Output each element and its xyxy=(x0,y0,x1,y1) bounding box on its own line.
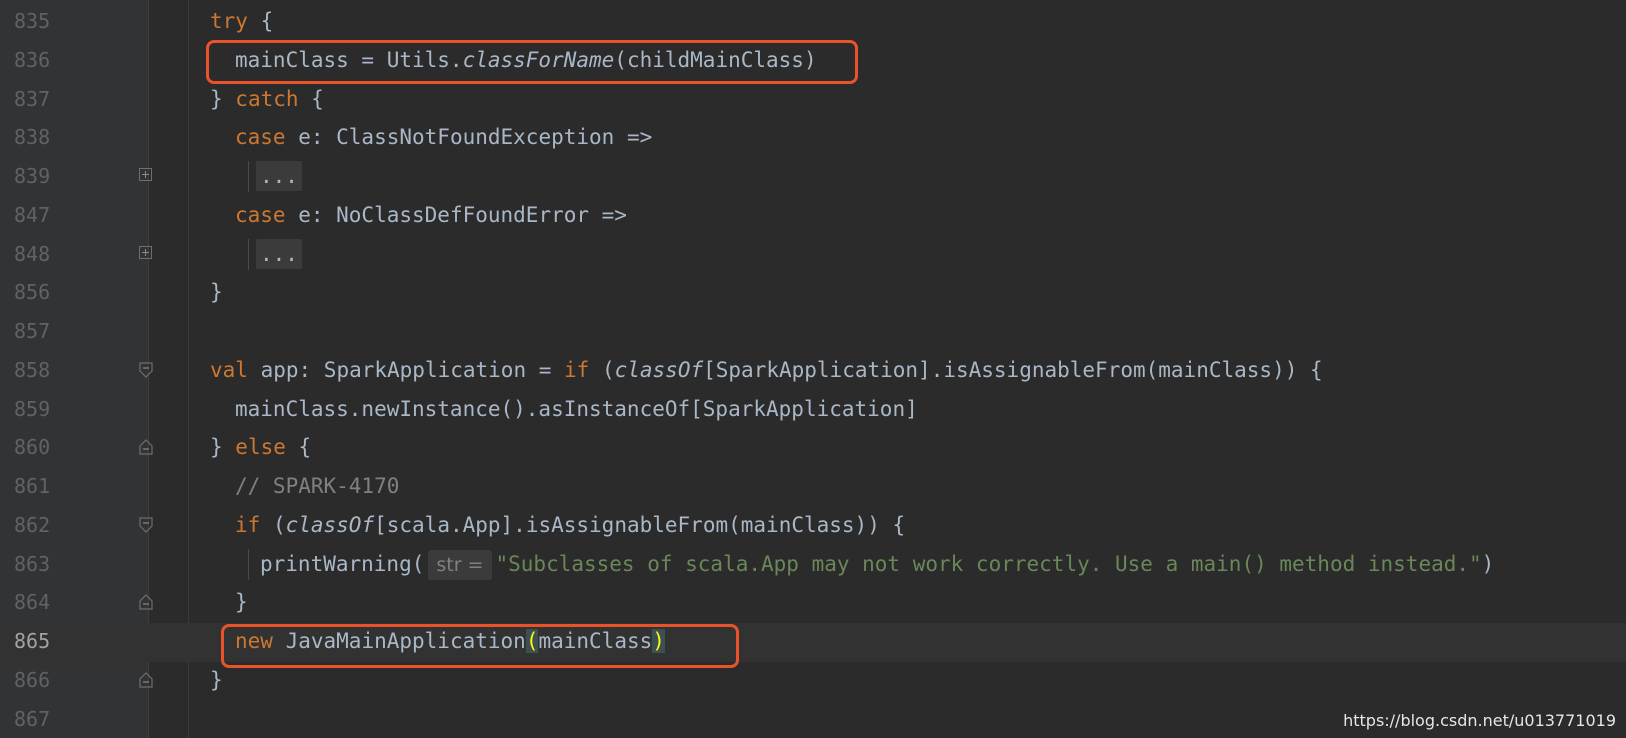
code-line[interactable]: 837} catch { xyxy=(0,80,1626,119)
code-line[interactable]: 862 if (classOf[scala.App].isAssignableFr… xyxy=(0,506,1626,545)
code-token: e: NoClassDefFoundError => xyxy=(285,202,627,227)
code-line[interactable]: 839... xyxy=(0,157,1626,196)
line-number: 860 xyxy=(14,435,51,460)
code-token: mainClass.newInstance().asInstanceOf[Spa… xyxy=(235,396,918,421)
watermark: https://blog.csdn.net/u013771019 xyxy=(1343,711,1616,730)
code-text: ... xyxy=(256,235,302,274)
code-token: } xyxy=(235,590,248,615)
code-token: val xyxy=(210,357,248,382)
code-text: // SPARK-4170 xyxy=(235,467,399,506)
highlight-box-javamainapplication xyxy=(221,624,739,668)
code-token: catch xyxy=(235,86,299,111)
code-token: ( xyxy=(260,512,286,537)
line-number: 847 xyxy=(14,202,51,227)
code-text: ... xyxy=(256,157,302,196)
code-token: // SPARK-4170 xyxy=(235,474,400,498)
code-token: else xyxy=(235,435,286,460)
code-token: case xyxy=(235,125,286,150)
indent-guide-segment xyxy=(248,238,249,270)
code-token: [SparkApplication].isAssignableFrom(main… xyxy=(703,357,1323,382)
line-number: 839 xyxy=(14,164,51,188)
code-line[interactable]: 835 try { xyxy=(0,2,1626,41)
code-token: classOf xyxy=(614,357,704,382)
code-token: ( xyxy=(589,357,615,382)
fold-start-icon[interactable] xyxy=(139,517,153,533)
line-number: 837 xyxy=(14,86,51,111)
line-number: 848 xyxy=(14,241,51,266)
code-text: mainClass.newInstance().asInstanceOf[Spa… xyxy=(235,390,918,429)
line-number: 861 xyxy=(14,474,51,498)
line-number: 838 xyxy=(14,125,51,150)
code-token: e: ClassNotFoundException => xyxy=(285,125,653,150)
code-text: } catch { xyxy=(210,80,324,119)
fold-end-icon[interactable] xyxy=(139,439,153,455)
code-token: classOf xyxy=(285,512,375,537)
fold-expand-icon[interactable] xyxy=(139,168,152,181)
code-token: { xyxy=(247,9,274,33)
code-text: try { xyxy=(210,2,273,41)
line-number: 835 xyxy=(14,9,51,33)
fold-end-icon[interactable] xyxy=(139,671,153,688)
code-line[interactable]: 864} xyxy=(0,583,1626,622)
line-number: 863 xyxy=(14,551,51,576)
code-text: } xyxy=(210,661,223,700)
fold-expand-icon[interactable] xyxy=(139,245,152,259)
fold-end-icon[interactable] xyxy=(139,594,153,610)
code-token: } xyxy=(210,435,236,460)
code-line[interactable]: 857 xyxy=(0,312,1626,351)
code-token: } xyxy=(210,280,223,305)
indent-guide-segment xyxy=(248,161,249,192)
code-token: try xyxy=(210,9,248,33)
line-number: 858 xyxy=(14,357,51,382)
line-number: 866 xyxy=(14,667,51,692)
code-token: printWarning( xyxy=(260,551,425,576)
code-token: [scala.App].isAssignableFrom(mainClass))… xyxy=(374,512,906,537)
collapsed-region[interactable]: ... xyxy=(256,238,302,269)
collapsed-region[interactable]: ... xyxy=(256,161,302,191)
code-token: app: SparkApplication = xyxy=(247,357,565,382)
code-line[interactable]: 861 // SPARK-4170 xyxy=(0,467,1626,506)
code-line[interactable]: 848... xyxy=(0,235,1626,274)
code-line[interactable]: 847 case e: NoClassDefFoundError => xyxy=(0,196,1626,235)
code-text: val app: SparkApplication = if (classOf[… xyxy=(210,351,1323,390)
highlight-box-classforname xyxy=(206,40,858,84)
code-line[interactable]: 838 case e: ClassNotFoundException => xyxy=(0,118,1626,157)
line-number: 865 xyxy=(14,629,51,653)
code-token: } xyxy=(210,667,223,692)
code-text: case e: NoClassDefFoundError => xyxy=(235,196,627,235)
line-number: 862 xyxy=(14,512,51,537)
code-line[interactable]: 859 mainClass.newInstance().asInstanceOf[… xyxy=(0,390,1626,429)
parameter-hint: str = xyxy=(428,549,492,580)
line-number: 856 xyxy=(14,280,51,305)
line-number: 836 xyxy=(14,47,51,72)
code-text: } xyxy=(210,273,223,312)
fold-start-icon[interactable] xyxy=(139,362,153,378)
line-number: 867 xyxy=(14,706,51,731)
code-text: } xyxy=(235,583,248,622)
code-editor[interactable]: 835 try {836 mainClass = Utils.classForNam… xyxy=(0,0,1626,738)
code-line[interactable]: 860} else { xyxy=(0,428,1626,467)
code-token: ) xyxy=(1481,551,1495,576)
line-number: 859 xyxy=(14,396,51,421)
code-line[interactable]: 863 printWarning(str = "Subclasses of scal… xyxy=(0,545,1626,584)
code-token: if xyxy=(564,357,590,382)
line-number: 857 xyxy=(14,319,51,343)
code-token: { xyxy=(298,86,324,111)
line-number: 864 xyxy=(14,590,51,615)
code-token: } xyxy=(210,86,236,111)
code-token: "Subclasses of scala.App may not work co… xyxy=(495,551,1482,576)
code-token: if xyxy=(235,512,261,537)
code-line[interactable]: 858 val app: SparkApplication = if (class… xyxy=(0,351,1626,390)
code-text: } else { xyxy=(210,428,311,467)
code-text: case e: ClassNotFoundException => xyxy=(235,118,652,157)
indent-guide-segment xyxy=(248,548,249,580)
code-text: printWarning(str = "Subclasses of scala.A… xyxy=(260,545,1494,584)
code-line[interactable]: 856} xyxy=(0,273,1626,312)
code-token: { xyxy=(285,435,312,460)
code-text: if (classOf[scala.App].isAssignableFrom(… xyxy=(235,506,905,545)
code-token: case xyxy=(235,202,286,227)
